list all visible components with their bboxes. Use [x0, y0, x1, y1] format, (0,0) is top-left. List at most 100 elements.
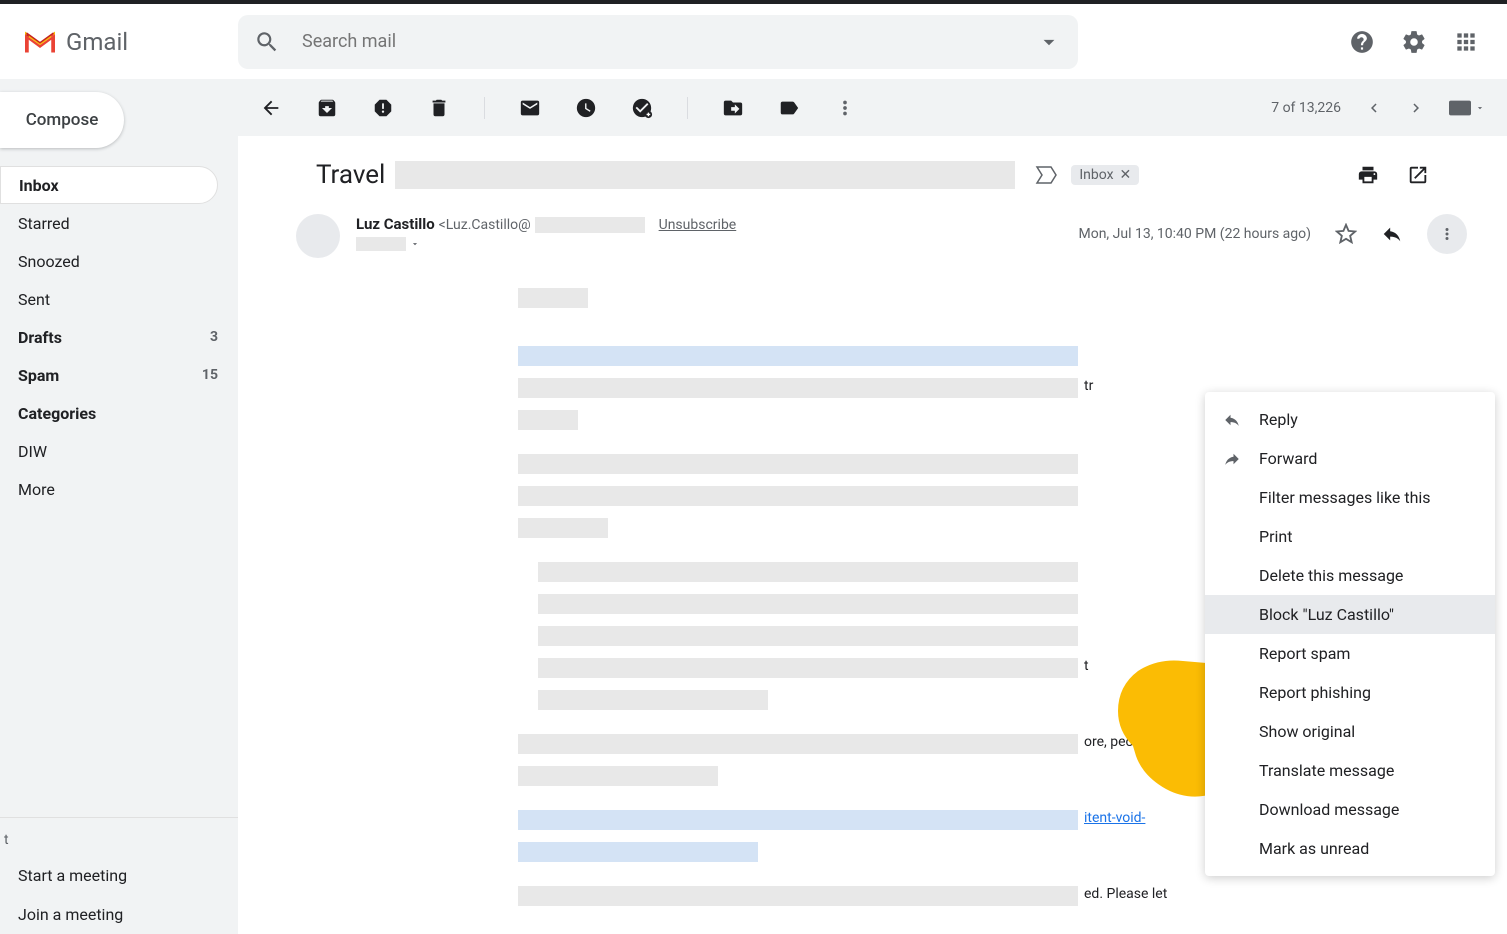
reply-icon: [1223, 411, 1241, 429]
more-vertical-icon: [1438, 225, 1456, 243]
labels-icon[interactable]: [778, 97, 800, 119]
menu-label: Forward: [1259, 449, 1317, 468]
menu-label: Mark as unread: [1259, 839, 1369, 858]
header: Gmail: [0, 4, 1507, 80]
sidebar-item-sent[interactable]: Sent: [0, 280, 238, 318]
back-icon[interactable]: [260, 97, 282, 119]
sidebar-item-label: Sent: [18, 290, 50, 309]
menu-label: Block "Luz Castillo": [1259, 605, 1394, 624]
more-icon[interactable]: [834, 97, 856, 119]
snooze-icon[interactable]: [575, 97, 597, 119]
sidebar-item-label: More: [18, 480, 55, 499]
mark-unread-icon[interactable]: [519, 97, 541, 119]
apps-icon[interactable]: [1453, 29, 1479, 55]
sender-row: Luz Castillo <Luz.Castillo@ Unsubscribe …: [238, 204, 1507, 268]
sidebar-item-label: Starred: [18, 214, 70, 233]
message-more-button[interactable]: [1427, 214, 1467, 254]
search-input[interactable]: [280, 31, 1036, 52]
search-dropdown-icon[interactable]: [1036, 29, 1062, 55]
logo-section: Gmail: [16, 27, 238, 57]
menu-report-phishing[interactable]: Report phishing: [1205, 673, 1495, 712]
unsubscribe-link[interactable]: Unsubscribe: [659, 217, 737, 233]
avatar[interactable]: [296, 214, 340, 258]
menu-report-spam[interactable]: Report spam: [1205, 634, 1495, 673]
meet-section: t Start a meeting Join a meeting: [0, 817, 238, 934]
sidebar-item-spam[interactable]: Spam 15: [0, 356, 238, 394]
sidebar-item-label: Snoozed: [18, 252, 80, 271]
message-panel: Travel Inbox ✕: [238, 136, 1507, 934]
content: 7 of 13,226: [238, 80, 1507, 934]
report-spam-icon[interactable]: [372, 97, 394, 119]
search-icon[interactable]: [254, 29, 280, 55]
sidebar-item-starred[interactable]: Starred: [0, 204, 238, 242]
menu-reply[interactable]: Reply: [1205, 400, 1495, 439]
sidebar-item-categories[interactable]: Categories: [0, 394, 238, 432]
toolbar-right: 7 of 13,226: [1271, 99, 1485, 117]
archive-icon[interactable]: [316, 97, 338, 119]
sidebar-item-inbox[interactable]: Inbox: [0, 166, 218, 204]
compose-button[interactable]: Compose: [0, 92, 124, 148]
body-fragment: ed. Please let: [1084, 886, 1167, 910]
sidebar-item-snoozed[interactable]: Snoozed: [0, 242, 238, 280]
start-meeting-button[interactable]: Start a meeting: [0, 856, 238, 895]
sidebar-item-more[interactable]: More: [0, 470, 238, 508]
prev-icon[interactable]: [1365, 99, 1383, 117]
close-icon[interactable]: ✕: [1120, 167, 1132, 183]
inbox-label-chip[interactable]: Inbox ✕: [1071, 165, 1139, 185]
main-container: Compose Inbox Starred Snoozed Sent Draft…: [0, 80, 1507, 934]
menu-forward[interactable]: Forward: [1205, 439, 1495, 478]
menu-block[interactable]: Block "Luz Castillo": [1205, 595, 1495, 634]
toolbar: 7 of 13,226: [238, 80, 1507, 136]
subject: Travel: [316, 160, 1015, 190]
redacted-subject: [395, 161, 1015, 189]
menu-download[interactable]: Download message: [1205, 790, 1495, 829]
timestamp: Mon, Jul 13, 10:40 PM (22 hours ago): [1078, 226, 1311, 242]
next-icon[interactable]: [1407, 99, 1425, 117]
menu-label: Report phishing: [1259, 683, 1371, 702]
sidebar-item-label: Categories: [18, 404, 96, 423]
add-task-icon[interactable]: [631, 97, 653, 119]
reply-icon[interactable]: [1381, 223, 1403, 245]
join-meeting-button[interactable]: Join a meeting: [0, 895, 238, 934]
menu-delete[interactable]: Delete this message: [1205, 556, 1495, 595]
drafts-count: 3: [210, 329, 218, 345]
sidebar-item-diw[interactable]: DIW: [0, 432, 238, 470]
support-icon[interactable]: [1349, 29, 1375, 55]
subject-row: Travel Inbox ✕: [238, 136, 1507, 204]
search-container[interactable]: [238, 15, 1078, 69]
to-line[interactable]: [356, 237, 1078, 251]
move-to-icon[interactable]: [722, 97, 744, 119]
chevron-down-icon: [410, 239, 420, 249]
sender-email: <Luz.Castillo@: [439, 217, 531, 233]
input-tools[interactable]: [1449, 100, 1485, 116]
gmail-logo[interactable]: Gmail: [22, 27, 128, 57]
menu-print[interactable]: Print: [1205, 517, 1495, 556]
star-icon[interactable]: [1335, 223, 1357, 245]
delete-icon[interactable]: [428, 97, 450, 119]
menu-filter[interactable]: Filter messages like this: [1205, 478, 1495, 517]
menu-label: Report spam: [1259, 644, 1350, 663]
divider: [484, 97, 485, 119]
print-icon[interactable]: [1357, 164, 1379, 186]
settings-icon[interactable]: [1401, 29, 1427, 55]
important-marker-icon[interactable]: [1035, 165, 1059, 185]
sidebar-item-drafts[interactable]: Drafts 3: [0, 318, 238, 356]
label-text: Inbox: [1079, 167, 1113, 183]
menu-translate[interactable]: Translate message: [1205, 751, 1495, 790]
toolbar-left: [260, 97, 856, 119]
sidebar-item-label: Drafts: [18, 328, 62, 347]
sender-info: Luz Castillo <Luz.Castillo@ Unsubscribe: [356, 214, 1078, 251]
open-new-window-icon[interactable]: [1407, 164, 1429, 186]
sidebar: Compose Inbox Starred Snoozed Sent Draft…: [0, 80, 238, 934]
subject-text: Travel: [316, 160, 385, 190]
sidebar-item-label: DIW: [18, 442, 47, 461]
forward-icon: [1223, 450, 1241, 468]
redacted-email: [535, 217, 645, 233]
message-more-menu: Reply Forward Filter messages like this …: [1205, 392, 1495, 876]
sender-meta: Mon, Jul 13, 10:40 PM (22 hours ago): [1078, 214, 1487, 254]
sidebar-item-label: Inbox: [19, 176, 59, 195]
menu-show-original[interactable]: Show original: [1205, 712, 1495, 751]
sender-name: Luz Castillo: [356, 215, 435, 233]
menu-mark-unread[interactable]: Mark as unread: [1205, 829, 1495, 868]
pagination-text: 7 of 13,226: [1271, 100, 1341, 116]
